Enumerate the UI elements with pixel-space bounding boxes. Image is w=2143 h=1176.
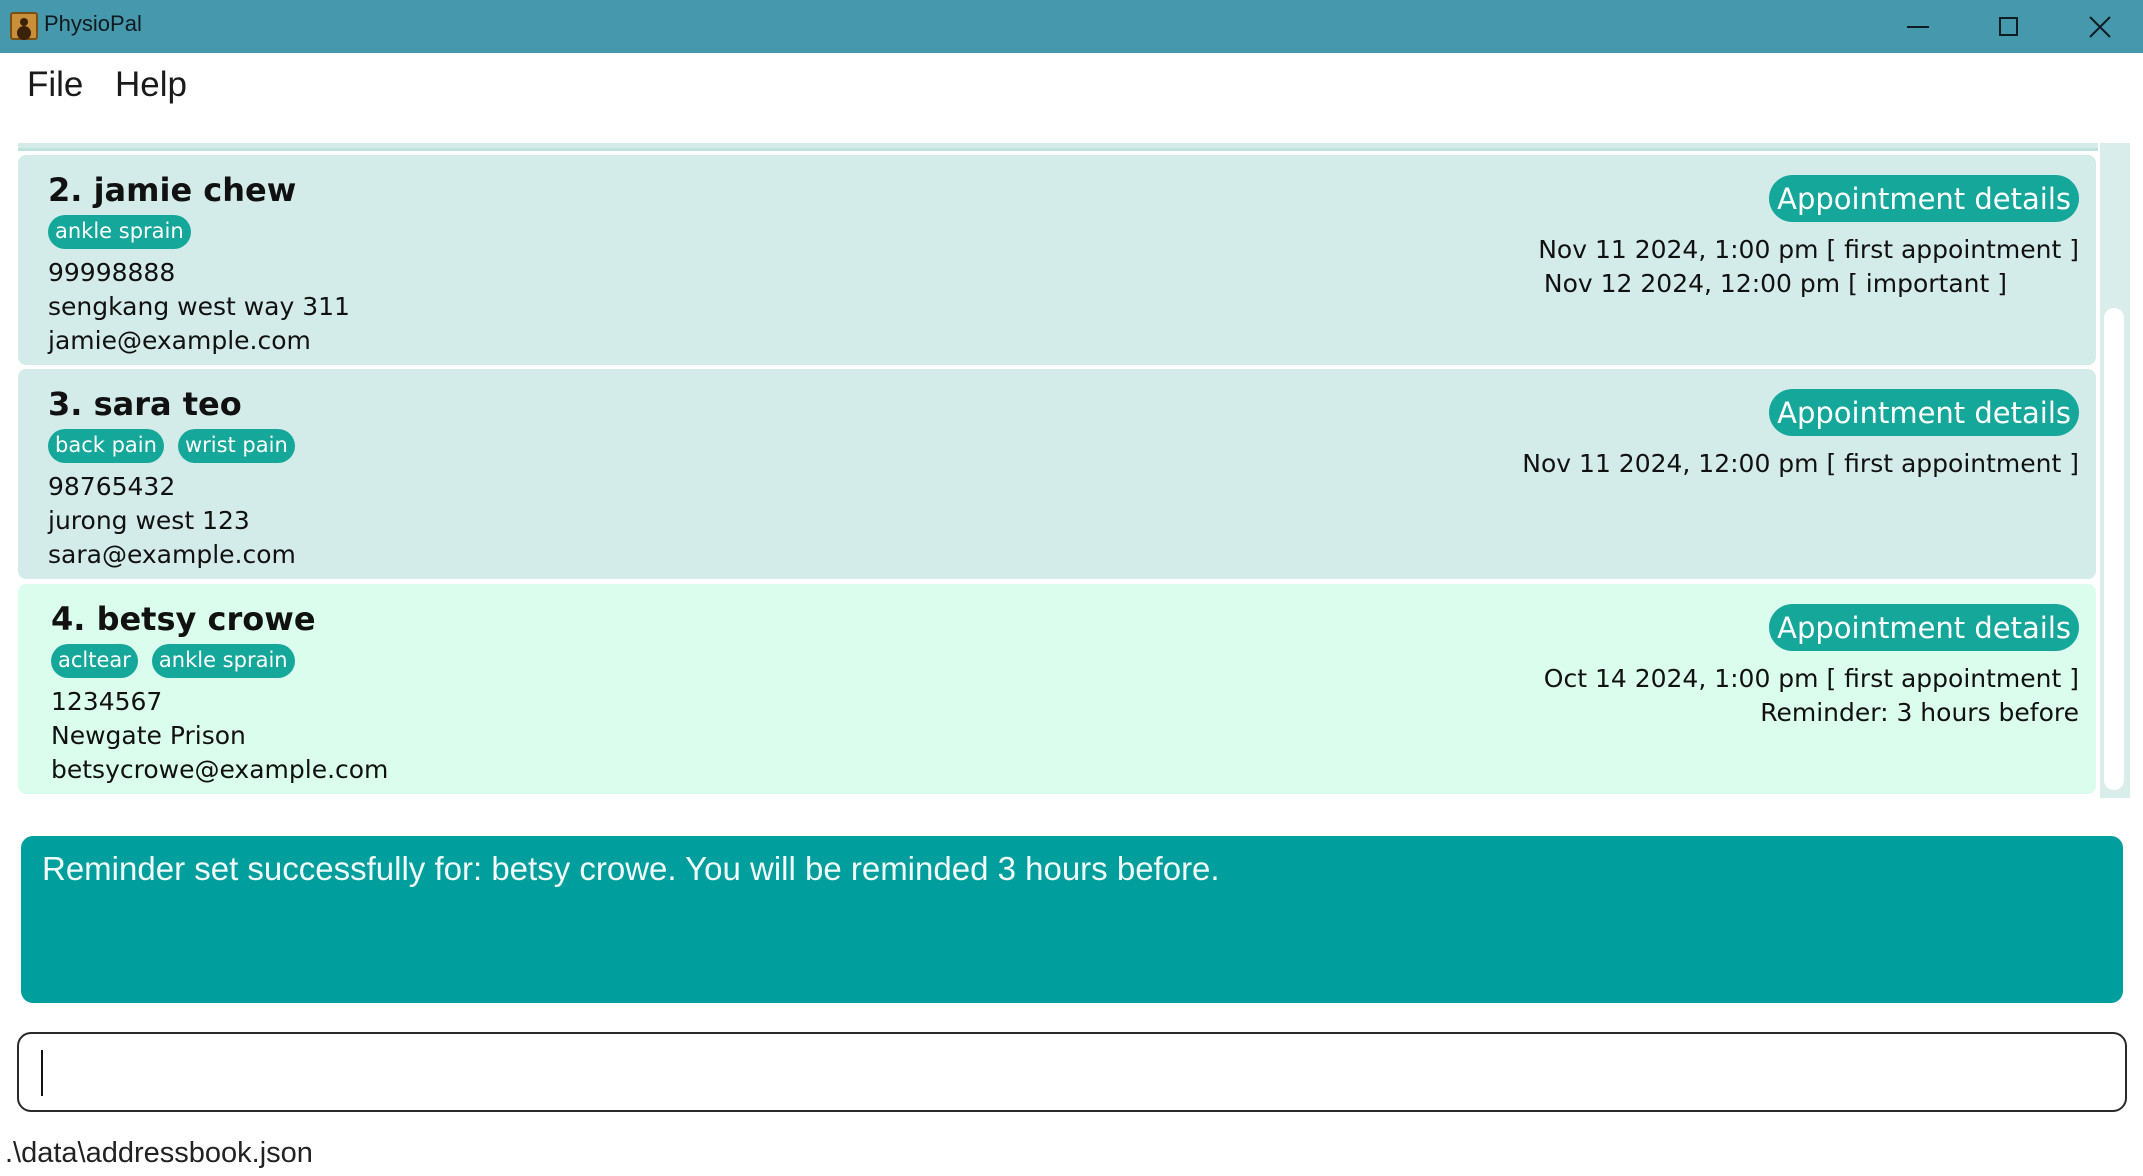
patient-phone: 98765432 xyxy=(48,472,176,501)
minimize-button[interactable] xyxy=(1872,0,1964,53)
condition-tag: ankle sprain xyxy=(151,644,295,678)
patient-phone: 1234567 xyxy=(51,687,163,716)
appointment-entry: Oct 14 2024, 1:00 pm [ first appointment… xyxy=(1543,664,2079,693)
app-icon xyxy=(10,12,38,40)
command-input[interactable] xyxy=(17,1032,2127,1112)
patient-email: betsycrowe@example.com xyxy=(51,755,389,784)
close-icon xyxy=(2089,15,2111,38)
patient-address: Newgate Prison xyxy=(51,721,246,750)
window-title: PhysioPal xyxy=(44,11,142,36)
scrollbar-thumb[interactable] xyxy=(2104,308,2124,790)
patient-address: jurong west 123 xyxy=(48,506,250,535)
tag-list: acltear ankle sprain xyxy=(51,644,295,678)
result-display: Reminder set successfully for: betsy cro… xyxy=(21,836,2123,1003)
app-window: PhysioPal File Help 2. jamie chew ankle … xyxy=(0,0,2143,1176)
menu-help[interactable]: Help xyxy=(115,65,187,105)
patient-name: 2. jamie chew xyxy=(48,171,297,209)
title-bar[interactable]: PhysioPal xyxy=(0,0,2143,53)
appointment-details-button[interactable]: Appointment details xyxy=(1769,175,2079,222)
patient-card-selected[interactable]: 4. betsy crowe acltear ankle sprain 1234… xyxy=(18,584,2096,794)
text-caret xyxy=(41,1050,43,1096)
appointment-entry: Nov 12 2024, 12:00 pm [ important ] xyxy=(1543,269,2007,298)
patient-email: sara@example.com xyxy=(48,540,296,569)
maximize-button[interactable] xyxy=(1962,0,2054,53)
patient-name: 3. sara teo xyxy=(48,385,242,423)
patient-phone: 99998888 xyxy=(48,258,176,287)
status-file-path: .\data\addressbook.json xyxy=(5,1137,313,1169)
minimize-icon xyxy=(1907,25,1929,28)
patient-list[interactable]: 2. jamie chew ankle sprain 99998888 seng… xyxy=(0,143,2143,798)
condition-tag: acltear xyxy=(51,644,138,678)
patient-name: 4. betsy crowe xyxy=(51,600,316,638)
patient-card[interactable]: 3. sara teo back pain wrist pain 9876543… xyxy=(18,369,2096,579)
reminder-entry: Reminder: 3 hours before xyxy=(1760,698,2079,727)
patient-card[interactable]: 2. jamie chew ankle sprain 99998888 seng… xyxy=(18,155,2096,365)
tag-list: ankle sprain xyxy=(48,215,191,249)
patient-address: sengkang west way 311 xyxy=(48,292,350,321)
menu-bar: File Help xyxy=(0,53,2143,143)
appointment-entry: Nov 11 2024, 12:00 pm [ first appointmen… xyxy=(1522,449,2079,478)
previous-card-edge[interactable] xyxy=(18,143,2098,151)
maximize-icon xyxy=(1998,17,2018,36)
appointment-entry: Nov 11 2024, 1:00 pm [ first appointment… xyxy=(1538,235,2079,264)
patient-email: jamie@example.com xyxy=(48,326,311,355)
condition-tag: ankle sprain xyxy=(48,215,191,249)
menu-file[interactable]: File xyxy=(27,65,83,105)
condition-tag: back pain xyxy=(48,429,164,463)
condition-tag: wrist pain xyxy=(177,429,295,463)
appointment-details-button[interactable]: Appointment details xyxy=(1769,389,2079,436)
close-button[interactable] xyxy=(2054,0,2143,53)
appointment-details-button[interactable]: Appointment details xyxy=(1769,604,2079,651)
tag-list: back pain wrist pain xyxy=(48,429,295,463)
result-message: Reminder set successfully for: betsy cro… xyxy=(42,850,1220,887)
